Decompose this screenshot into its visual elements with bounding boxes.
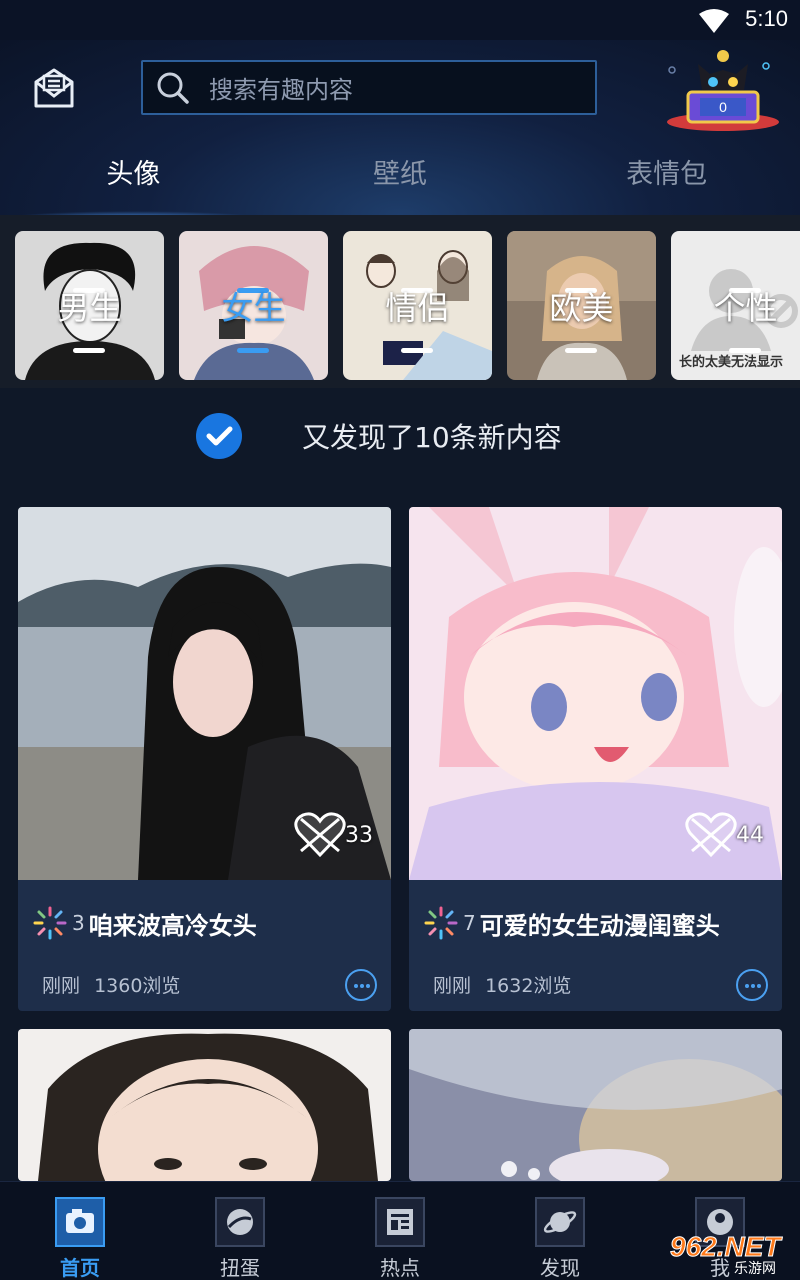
nav-label: 发现	[540, 1256, 580, 1280]
category-bottom-bar	[401, 348, 433, 353]
category-label: 情侣	[385, 288, 450, 327]
broken-heart-icon	[294, 812, 346, 858]
category-couple[interactable]: 情侣	[343, 231, 492, 380]
like-counter[interactable]: 44	[684, 811, 764, 859]
category-personality[interactable]: 个性 长的太美无法显示	[671, 231, 800, 380]
card-image	[409, 1029, 782, 1181]
planet-icon	[535, 1197, 585, 1247]
card-title-row: 7 可爱的女生动漫闺蜜头	[423, 905, 720, 941]
nav-label: 热点	[380, 1256, 420, 1280]
more-options-button[interactable]	[345, 969, 377, 1001]
category-bottom-bar	[565, 348, 597, 353]
category-female[interactable]: 女生	[179, 231, 328, 380]
nav-label: 首页	[60, 1256, 100, 1280]
category-label: 欧美	[549, 288, 614, 327]
card-meta: 刚刚 1360浏览	[42, 971, 180, 998]
tab-wallpaper[interactable]: 壁纸	[267, 140, 534, 215]
tab-stickers[interactable]: 表情包	[533, 140, 800, 215]
card-image	[18, 1029, 391, 1181]
like-count: 33	[345, 822, 373, 848]
nav-gacha[interactable]: 扭蛋	[160, 1182, 320, 1280]
category-bottom-bar	[73, 348, 105, 353]
firework-icon	[33, 906, 67, 940]
card-rank: 7	[463, 911, 476, 935]
content-card[interactable]	[409, 1029, 782, 1181]
nav-label: 扭蛋	[220, 1256, 260, 1280]
category-label: 女生	[221, 288, 286, 327]
content-card[interactable]	[18, 1029, 391, 1181]
watermark-logo: 962.NET 乐游网	[670, 1231, 784, 1277]
card-rank: 3	[72, 911, 85, 935]
card-meta: 刚刚 1632浏览	[433, 971, 571, 998]
status-bar: 5:10	[0, 0, 800, 40]
search-placeholder: 搜索有趣内容	[209, 76, 353, 104]
nav-hot[interactable]: 热点	[320, 1182, 480, 1280]
camera-icon	[55, 1197, 105, 1247]
search-icon	[157, 72, 189, 104]
card-views: 1360浏览	[94, 975, 181, 997]
card-title-row: 3 咱来波高冷女头	[32, 905, 257, 941]
category-strip: 男生 女生 情侣 欧美 个性 长的太美无法显示	[0, 215, 800, 388]
card-views: 1632浏览	[485, 975, 572, 997]
card-time: 刚刚	[433, 975, 472, 997]
header: 搜索有趣内容 0 头像 壁纸 表情包	[0, 40, 800, 219]
check-circle-icon	[196, 413, 242, 459]
nav-home[interactable]: 首页	[0, 1182, 160, 1280]
card-title: 可爱的女生动漫闺蜜头	[479, 911, 720, 940]
notice-text: 又发现了10条新内容	[302, 421, 562, 454]
search-input[interactable]: 搜索有趣内容	[141, 60, 597, 115]
category-label: 男生	[57, 288, 122, 327]
more-options-button[interactable]	[736, 969, 768, 1001]
firework-icon	[424, 906, 458, 940]
news-icon	[375, 1197, 425, 1247]
category-bottom-bar	[237, 348, 269, 353]
content-card[interactable]: 44 7 可爱的女生动漫闺蜜头 刚刚 1632浏览	[409, 507, 782, 1011]
like-count: 44	[736, 822, 764, 848]
cat-mascot-icon[interactable]: 0	[664, 44, 782, 134]
content-card[interactable]: 33 3 咱来波高冷女头 刚刚 1360浏览	[18, 507, 391, 1011]
mascot-count: 0	[719, 99, 727, 115]
card-time: 刚刚	[42, 975, 81, 997]
tab-avatar[interactable]: 头像	[0, 140, 267, 219]
new-content-notice: 又发现了10条新内容	[0, 388, 800, 483]
wifi-icon	[699, 9, 729, 33]
category-label: 个性	[713, 288, 778, 327]
watermark-sub: 乐游网	[734, 1261, 776, 1276]
category-caption: 长的太美无法显示	[679, 355, 784, 370]
mail-icon[interactable]	[32, 66, 76, 110]
nav-discover[interactable]: 发现	[480, 1182, 640, 1280]
like-counter[interactable]: 33	[293, 811, 373, 859]
watermark-brand: 962.NET	[670, 1231, 783, 1262]
category-male[interactable]: 男生	[15, 231, 164, 380]
status-time: 5:10	[745, 6, 788, 31]
gacha-icon	[215, 1197, 265, 1247]
card-title: 咱来波高冷女头	[88, 911, 257, 940]
broken-heart-icon	[685, 812, 737, 858]
tab-bar: 头像 壁纸 表情包	[0, 140, 800, 219]
category-western[interactable]: 欧美	[507, 231, 656, 380]
